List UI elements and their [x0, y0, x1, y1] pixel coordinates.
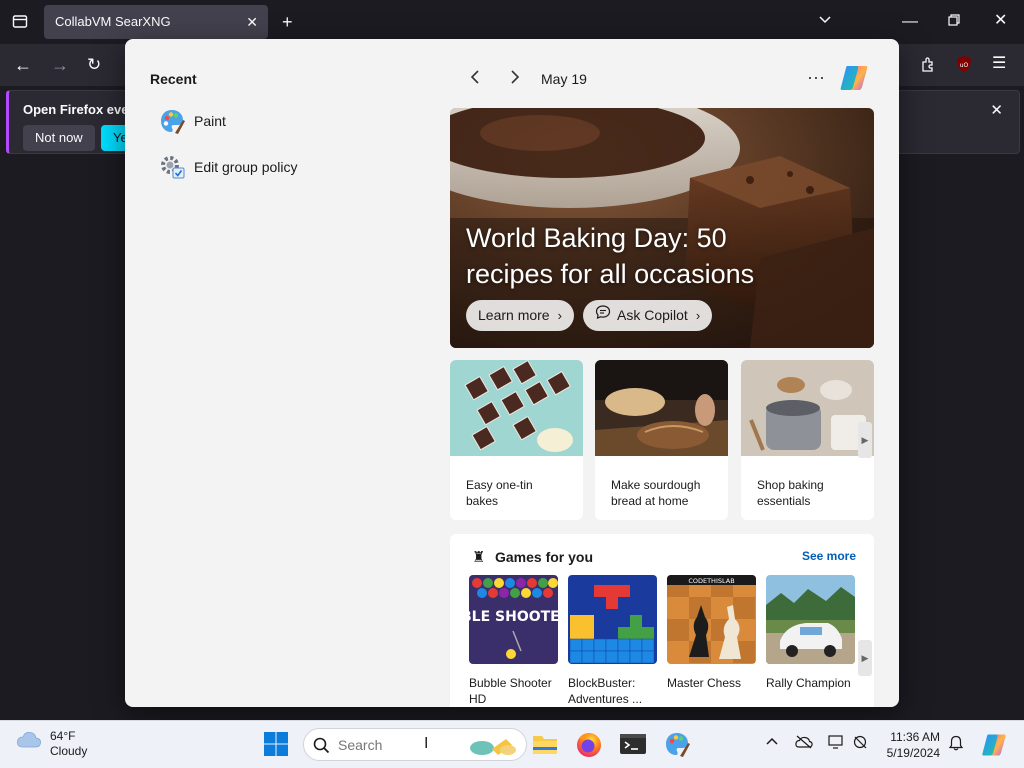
games-scroll-right-button[interactable]: ▶ — [858, 640, 872, 676]
copilot-icon[interactable] — [838, 64, 870, 92]
game-name: Rally Champion — [766, 676, 851, 690]
feed-date: May 19 — [541, 71, 587, 87]
game-tile[interactable]: Rally Champion — [766, 575, 855, 691]
text-cursor-icon: I — [424, 735, 429, 752]
extensions-icon[interactable] — [920, 56, 936, 76]
tab-list-icon[interactable] — [12, 13, 28, 33]
game-tile[interactable]: BlockBuster: Adventures ... — [568, 575, 657, 707]
display-icon[interactable] — [828, 735, 844, 752]
weather-temperature: 64°F — [50, 729, 76, 743]
games-widget: ♜ Games for you See more BUBBLE SHOOTER … — [428, 534, 874, 707]
tab-title: CollabVM SearXNG — [55, 14, 171, 29]
firefox-icon[interactable] — [575, 731, 603, 759]
card-image — [450, 360, 583, 456]
back-icon[interactable]: ← — [14, 56, 32, 74]
hero-article[interactable]: World Baking Day: 50 recipes for all occ… — [450, 108, 874, 348]
game-image — [766, 575, 855, 664]
copilot-taskbar-icon[interactable] — [980, 732, 1008, 760]
cloud-icon — [16, 729, 42, 759]
game-art-title: BUBBLE SHOOTER HD — [469, 609, 558, 625]
network-disconnected-icon[interactable] — [853, 735, 869, 752]
learn-more-label: Learn more — [478, 307, 550, 323]
game-name: Bubble Shooter HD — [469, 676, 552, 706]
game-name: BlockBuster: Adventures ... — [568, 676, 643, 706]
recent-item-label: Edit group policy — [194, 159, 298, 175]
not-now-button[interactable]: Not now — [23, 125, 95, 151]
clock-time: 11:36 AM — [890, 730, 940, 744]
recent-item-paint[interactable]: Paint — [159, 106, 226, 136]
search-placeholder: Search — [338, 737, 383, 753]
taskbar-search-input[interactable]: Search I — [303, 728, 527, 761]
start-menu-panel: Recent Paint Edit group policy May 19 ··… — [125, 39, 899, 707]
game-name: Master Chess — [667, 676, 742, 690]
menu-icon[interactable]: ☰ — [992, 56, 1006, 72]
show-hidden-icons-icon[interactable] — [765, 735, 779, 752]
reload-icon[interactable]: ↻ — [87, 56, 101, 73]
card-caption: Make sourdough bread at home — [611, 478, 701, 508]
game-image: BUBBLE SHOOTER HD — [428, 575, 599, 664]
chat-icon — [595, 300, 611, 331]
games-title: Games for you — [495, 549, 594, 565]
more-options-icon[interactable]: ··· — [807, 67, 825, 88]
game-tile[interactable]: CODETHISLAB Master Chess — [667, 575, 756, 691]
taskbar: 64°F Cloudy Search I 11:36 AM 5/19/2024 — [0, 720, 1024, 768]
cards-scroll-right-button[interactable]: ▶ — [858, 422, 872, 458]
game-art-title: CODETHISLAB — [688, 577, 734, 585]
file-explorer-icon[interactable] — [531, 731, 559, 759]
recent-item-label: Paint — [194, 113, 226, 129]
new-tab-icon[interactable]: + — [282, 13, 293, 31]
recent-heading: Recent — [150, 71, 197, 87]
restore-icon[interactable] — [948, 14, 960, 30]
onedrive-offline-icon[interactable] — [795, 735, 813, 752]
browser-tab[interactable]: CollabVM SearXNG ✕ — [44, 5, 268, 39]
browser-tab-bar: CollabVM SearXNG ✕ + — ✕ — [0, 0, 1024, 44]
close-tab-icon[interactable]: ✕ — [246, 5, 258, 39]
weather-widget[interactable]: 64°F Cloudy — [16, 729, 87, 759]
paint-app-icon[interactable] — [664, 731, 692, 759]
clock-date: 5/19/2024 — [886, 746, 940, 760]
card-caption: Easy one-tin bakes — [466, 478, 533, 508]
game-image: CODETHISLAB — [667, 575, 756, 664]
ublock-icon[interactable]: uO — [955, 55, 973, 77]
article-card[interactable]: Shop baking essentials — [741, 360, 874, 520]
close-notification-icon[interactable]: ✕ — [990, 101, 1003, 119]
chevron-down-icon[interactable] — [818, 13, 832, 31]
weather-description: Cloudy — [50, 744, 88, 758]
hero-title: World Baking Day: 50 recipes for all occ… — [466, 223, 755, 289]
ask-copilot-label: Ask Copilot — [617, 307, 688, 323]
game-image — [568, 575, 657, 664]
notification-title: Open Firefox ever — [23, 102, 134, 117]
game-tile[interactable]: BUBBLE SHOOTER HD Bubble Shooter HD — [428, 575, 599, 707]
previous-day-button[interactable] — [455, 69, 495, 90]
article-card[interactable]: Make sourdough bread at home — [595, 360, 728, 520]
windows-start-icon[interactable] — [263, 731, 291, 759]
notification-bell-icon[interactable] — [948, 735, 964, 754]
svg-text:uO: uO — [960, 62, 969, 69]
search-highlight-icon — [468, 735, 518, 762]
chevron-right-icon: › — [557, 308, 562, 323]
minimize-icon[interactable]: — — [902, 14, 918, 30]
search-icon — [313, 737, 330, 759]
card-image — [595, 360, 728, 456]
close-window-icon[interactable]: ✕ — [994, 13, 1007, 29]
terminal-icon[interactable] — [619, 731, 647, 759]
learn-more-button[interactable]: Learn more › — [466, 300, 574, 331]
ask-copilot-button[interactable]: Ask Copilot › — [583, 300, 713, 331]
recent-item-edit-group-policy[interactable]: Edit group policy — [159, 152, 298, 182]
chess-piece-icon: ♜ — [472, 549, 486, 566]
card-caption: Shop baking essentials — [757, 478, 824, 508]
chevron-right-icon: › — [695, 308, 701, 323]
see-more-link[interactable]: See more — [802, 549, 856, 563]
article-card[interactable]: Easy one-tin bakes — [450, 360, 583, 520]
next-day-button[interactable] — [495, 69, 535, 90]
card-image — [741, 360, 874, 456]
group-policy-icon — [159, 154, 185, 180]
paint-icon — [159, 108, 185, 134]
forward-icon[interactable]: → — [51, 56, 69, 74]
clock[interactable]: 11:36 AM 5/19/2024 — [887, 729, 940, 761]
feed-header: May 19 — [455, 67, 587, 91]
